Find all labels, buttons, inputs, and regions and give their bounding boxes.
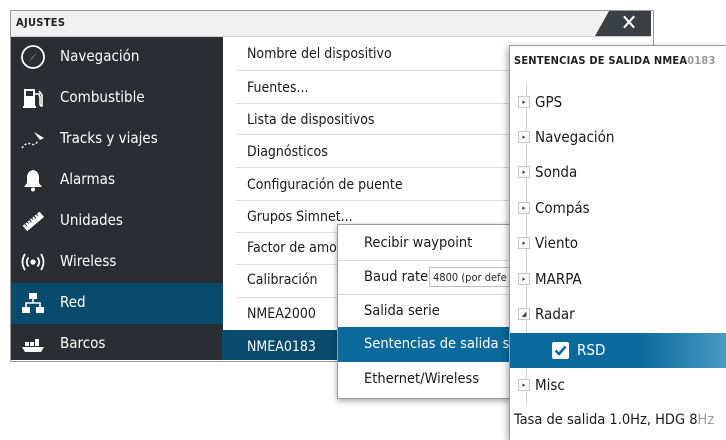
menu-item-nmea0183[interactable]: NMEA0183 [222, 330, 352, 360]
menu-item-label: NMEA0183 [247, 339, 316, 355]
menu-item-label: Lista de dispositivos [247, 112, 375, 128]
menu-item-sentencias-salida[interactable]: Sentencias de salida se [338, 327, 522, 362]
ships-icon [22, 339, 44, 352]
expand-arrow-icon[interactable]: ▸ [518, 237, 530, 249]
menu-item-label: Ethernet/Wireless [364, 371, 480, 387]
sidebar: Navegación Combustible Tracks y viajes A… [11, 37, 223, 360]
menu-item-label: Diagnósticos [247, 144, 328, 160]
sidebar-item-unidades[interactable]: Unidades [11, 201, 223, 242]
rsd-checkbox[interactable] [552, 342, 569, 359]
sidebar-item-label: Red [60, 293, 86, 311]
output-rate-status: Tasa de salida 1.0Hz, HDG 8Hz [514, 412, 714, 428]
sidebar-item-combustible[interactable]: Combustible [11, 78, 223, 119]
menu-item-label: Configuración de puente [247, 177, 403, 193]
tree-item-label: Misc [535, 376, 565, 394]
tree-item-viento[interactable]: ▸ Viento [510, 226, 726, 261]
compass-icon [21, 45, 45, 69]
tree-item-label: Navegación [535, 128, 615, 146]
menu-item-label: Baud rate [364, 269, 429, 285]
wireless-icon [21, 253, 45, 271]
tree-item-marpa[interactable]: ▸ MARPA [510, 262, 726, 297]
expand-arrow-icon[interactable]: ▸ [518, 96, 530, 108]
ruler-icon [22, 211, 44, 232]
menu-item-nombre-dispositivo[interactable]: Nombre del dispositivo [236, 38, 536, 70]
sidebar-item-label: Alarmas [60, 170, 115, 188]
menu-item-recibir-waypoint[interactable]: Recibir waypoint [338, 226, 522, 260]
menu-item-ethernet-wireless[interactable]: Ethernet/Wireless [338, 362, 522, 396]
sidebar-item-label: Combustible [60, 88, 145, 106]
track-icon [21, 132, 44, 149]
network-icon [22, 293, 44, 313]
output-rate-unit: Hz [697, 412, 715, 428]
panel-title-text: SENTENCIAS DE SALIDA NMEA [514, 54, 688, 67]
sidebar-item-wireless[interactable]: Wireless [11, 242, 223, 283]
menu-item-label: Sentencias de salida se [364, 336, 518, 352]
menu-item-configuracion-puente[interactable]: Configuración de puente [236, 169, 536, 201]
title-bar [11, 11, 651, 37]
menu-item-label: NMEA2000 [247, 306, 316, 322]
menu-item-salida-serie[interactable]: Salida serie [338, 294, 522, 328]
sidebar-item-label: Wireless [60, 252, 117, 270]
divider [236, 70, 536, 71]
tree-item-gps[interactable]: ▸ GPS [510, 85, 726, 120]
sidebar-item-tracks[interactable]: Tracks y viajes [11, 119, 223, 160]
sidebar-item-label: Barcos [60, 334, 106, 352]
tree-item-radar[interactable]: ◢ Radar [510, 297, 726, 332]
panel-title: SENTENCIAS DE SALIDA NMEA0183 [514, 54, 716, 67]
sidebar-item-label: Unidades [60, 211, 123, 229]
sidebar-item-red[interactable]: Red [11, 283, 223, 324]
tree-item-compas[interactable]: ▸ Compás [510, 191, 726, 226]
menu-item-label: Calibración [247, 272, 318, 288]
panel-title-suffix: 0183 [687, 54, 716, 67]
expand-arrow-icon[interactable]: ▸ [518, 273, 530, 285]
menu-item-label: Nombre del dispositivo [247, 46, 392, 62]
menu-item-label: Salida serie [364, 303, 440, 319]
tree-item-navegacion[interactable]: ▸ Navegación [510, 120, 726, 155]
menu-item-lista-dispositivos[interactable]: Lista de dispositivos [236, 104, 536, 136]
collapse-arrow-icon[interactable]: ◢ [518, 308, 530, 320]
divider [236, 167, 536, 168]
menu-item-fuentes[interactable]: Fuentes... [236, 72, 536, 104]
sidebar-item-alarmas[interactable]: Alarmas [11, 160, 223, 201]
expand-arrow-icon[interactable]: ▸ [518, 166, 530, 178]
tree-item-rsd[interactable]: RSD [510, 333, 726, 368]
expand-arrow-icon[interactable]: ▸ [518, 202, 530, 214]
tree-item-label: RSD [577, 341, 606, 359]
tree-item-label: GPS [535, 93, 563, 111]
menu-item-label: Factor de amor [247, 240, 343, 256]
tree-item-misc[interactable]: ▸ Misc [510, 368, 726, 403]
checkmark-icon [554, 345, 567, 356]
menu-item-label: Fuentes... [247, 80, 309, 96]
close-icon[interactable]: ✕ [614, 11, 644, 36]
tree-item-label: Radar [535, 305, 575, 323]
menu-item-label: Recibir waypoint [364, 235, 473, 251]
divider [236, 134, 536, 135]
sidebar-item-label: Navegación [60, 47, 140, 65]
expand-arrow-icon[interactable]: ▸ [518, 379, 530, 391]
sidebar-item-barcos[interactable]: Barcos [11, 324, 223, 365]
expand-arrow-icon[interactable]: ▸ [518, 131, 530, 143]
tree-item-label: MARPA [535, 270, 582, 288]
tree-item-label: Compás [535, 199, 590, 217]
bell-icon [24, 170, 42, 192]
tree-item-label: Sonda [535, 163, 578, 181]
output-rate-text: Tasa de salida 1.0Hz, HDG 8 [514, 412, 698, 428]
sidebar-item-navegacion[interactable]: Navegación [11, 37, 223, 78]
window-title: AJUSTES [16, 16, 66, 29]
fuel-pump-icon [23, 89, 43, 108]
menu-item-diagnosticos[interactable]: Diagnósticos [236, 136, 536, 168]
tree-item-sonda[interactable]: ▸ Sonda [510, 155, 726, 190]
tree-item-label: Viento [535, 234, 579, 252]
sidebar-item-label: Tracks y viajes [60, 129, 158, 147]
